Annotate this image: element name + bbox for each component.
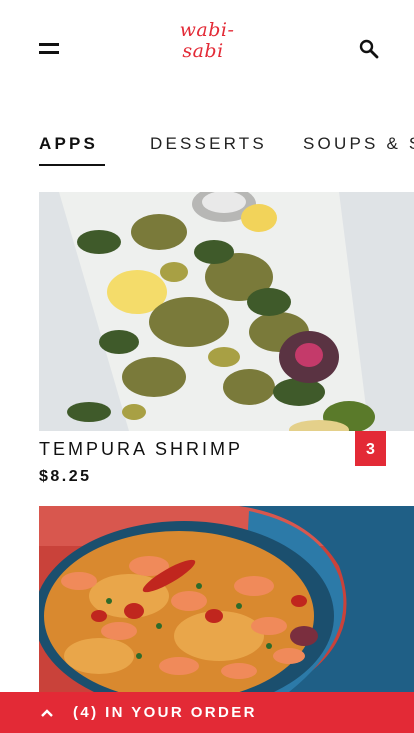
tempura-shrimp-image[interactable] <box>39 192 414 431</box>
tab-desserts[interactable]: DESSERTS <box>150 134 267 154</box>
menu-item-card[interactable] <box>39 506 414 692</box>
app-header: wabi- sabi <box>0 0 414 100</box>
active-tab-underline <box>39 164 105 166</box>
paella-image[interactable] <box>39 506 414 692</box>
item-name: TEMPURA SHRIMP <box>39 439 244 459</box>
tab-apps[interactable]: APPS <box>39 134 98 154</box>
item-price: $8.25 <box>39 468 92 485</box>
logo-line-1: wabi- <box>179 19 235 41</box>
logo-line-2: sabi <box>182 40 224 62</box>
order-summary-label: (4) IN YOUR ORDER <box>73 704 257 721</box>
menu-item-card[interactable]: TEMPURA SHRIMP $8.25 3 <box>39 192 414 492</box>
wabi-sabi-logo[interactable]: wabi- sabi <box>172 20 242 70</box>
tab-soups[interactable]: SOUPS & S <box>303 134 414 154</box>
item-quantity-badge[interactable]: 3 <box>355 431 386 466</box>
hamburger-menu-icon[interactable] <box>39 43 59 55</box>
category-tabs: APPS DESSERTS SOUPS & S <box>0 128 414 168</box>
search-icon[interactable] <box>359 39 379 59</box>
view-order-bar[interactable]: (4) IN YOUR ORDER <box>0 692 414 733</box>
chevron-up-icon <box>41 709 53 717</box>
